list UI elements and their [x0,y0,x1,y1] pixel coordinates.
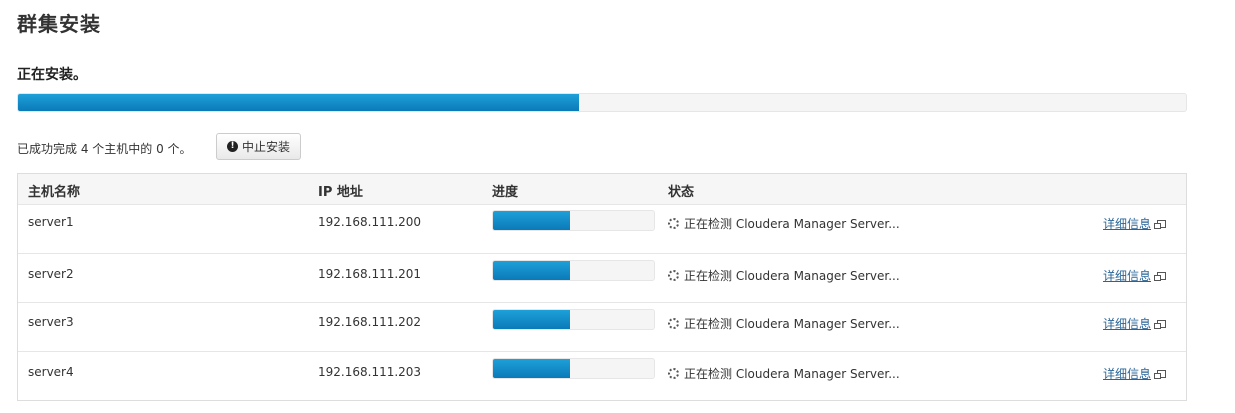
host-status-text: 正在检测 Cloudera Manager Server... [684,317,900,331]
host-progress-bar [492,358,655,379]
host-name: server3 [28,315,74,329]
host-progress-bar [492,309,655,330]
external-link-icon [1154,319,1167,329]
host-ip: 192.168.111.200 [318,215,422,229]
table-row: server4 192.168.111.203 正在检测 Cloudera Ma… [18,351,1186,400]
table-row: server2 192.168.111.201 正在检测 Cloudera Ma… [18,253,1186,302]
section-title: 正在安装。 [17,67,87,83]
details-link-label: 详细信息 [1103,367,1152,381]
details-link-label: 详细信息 [1103,217,1152,231]
external-link-icon [1154,369,1167,379]
details-link[interactable]: 详细信息 [1103,315,1167,332]
host-progress-bar [492,210,655,231]
spinner-icon [668,218,679,229]
header-hostname: 主机名称 [28,185,81,200]
spinner-icon [668,318,679,329]
table-row: server3 192.168.111.202 正在检测 Cloudera Ma… [18,302,1186,351]
header-progress: 进度 [492,185,519,200]
spinner-icon [668,270,679,281]
table-row: server1 192.168.111.200 正在检测 Cloudera Ma… [18,204,1186,253]
details-link[interactable]: 详细信息 [1103,215,1167,232]
table-header: 主机名称 IP 地址 进度 状态 [18,174,1186,204]
host-status-text: 正在检测 Cloudera Manager Server... [684,269,900,283]
abort-install-button[interactable]: ! 中止安装 [216,133,302,160]
host-status: 正在检测 Cloudera Manager Server... [668,267,900,284]
abort-install-label: 中止安装 [242,140,291,154]
host-progress-bar [492,260,655,281]
page-title: 群集安装 [17,12,101,36]
header-status: 状态 [668,185,695,200]
exclamation-circle-icon: ! [227,141,238,152]
details-link[interactable]: 详细信息 [1103,267,1167,284]
host-name: server4 [28,365,74,379]
completion-summary: 已成功完成 4 个主机中的 0 个。 [17,142,192,156]
hosts-table: 主机名称 IP 地址 进度 状态 server1 192.168.111.200… [17,173,1187,401]
overall-progress-bar [17,93,1187,112]
details-link-label: 详细信息 [1103,317,1152,331]
host-status-text: 正在检测 Cloudera Manager Server... [684,367,900,381]
details-link-label: 详细信息 [1103,269,1152,283]
host-status: 正在检测 Cloudera Manager Server... [668,365,900,382]
host-ip: 192.168.111.203 [318,365,422,379]
host-progress-fill [493,261,571,280]
overall-progress-fill [18,94,579,111]
spinner-icon [668,368,679,379]
host-progress-fill [493,211,571,230]
details-link[interactable]: 详细信息 [1103,365,1167,382]
host-name: server2 [28,267,74,281]
host-status-text: 正在检测 Cloudera Manager Server... [684,217,900,231]
host-progress-fill [493,359,571,378]
host-ip: 192.168.111.202 [318,315,422,329]
host-ip: 192.168.111.201 [318,267,422,281]
host-status: 正在检测 Cloudera Manager Server... [668,215,900,232]
external-link-icon [1154,271,1167,281]
external-link-icon [1154,219,1167,229]
header-ip: IP 地址 [318,185,363,200]
host-name: server1 [28,215,74,229]
host-status: 正在检测 Cloudera Manager Server... [668,315,900,332]
host-progress-fill [493,310,571,329]
